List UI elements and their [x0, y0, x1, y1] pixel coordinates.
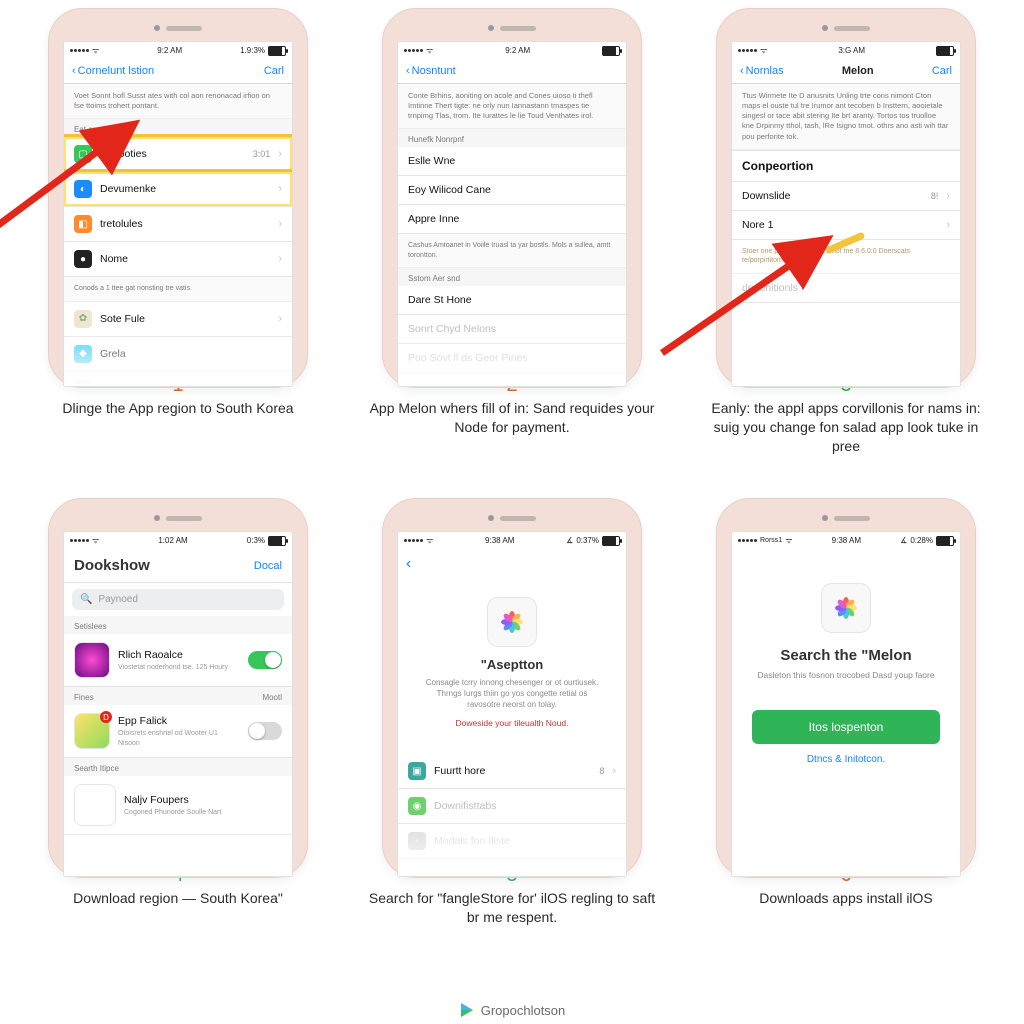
- nav-bar: ‹: [398, 549, 626, 579]
- step-caption: Dlinge the App region to South Korea: [62, 399, 293, 418]
- list-row[interactable]: ✿Sote Fule›: [64, 302, 292, 337]
- step-6: Rorss1 ᯤ 9:38 AM ∡ 0:28% Search the "Mel…: [688, 498, 1004, 978]
- list-row[interactable]: ▢Shoooties3:01›: [64, 137, 292, 172]
- intro-text: Conte Brhins, aoniting on acole and Cone…: [398, 84, 626, 129]
- note-text: Cashus Amtoanet in Voiile Iruasl ta yar …: [398, 234, 626, 268]
- section-header: Setislees: [64, 616, 292, 634]
- app-icon: D: [74, 713, 110, 749]
- phone-frame: ᯤ 9:2 AM 1.9:3% ‹ Cornelunt lstion Carl …: [48, 8, 308, 388]
- list-row[interactable]: ◉Downifisttabs: [398, 789, 626, 824]
- nav-bar: ‹ Nosntunt: [398, 59, 626, 84]
- back-button[interactable]: ‹ Cornelunt lstion: [72, 65, 154, 77]
- card-body: Dasleton this fosnon trocobed Dasd youp …: [757, 670, 934, 682]
- phone-frame: ᯤ 1:02 AM 0:3% Dookshow Docal 🔍 Paynoed …: [48, 498, 308, 878]
- app-icon: [74, 642, 110, 678]
- back-button[interactable]: ‹: [406, 555, 411, 573]
- flower-icon: [487, 597, 537, 647]
- status-bar: ᯤ 9:2 AM: [398, 42, 626, 59]
- screen-4: ᯤ 1:02 AM 0:3% Dookshow Docal 🔍 Paynoed …: [63, 531, 293, 877]
- search-field[interactable]: 🔍 Paynoed: [72, 589, 284, 610]
- section-header: Eat asp telonts: [64, 119, 292, 137]
- nav-action[interactable]: Carl: [264, 65, 284, 77]
- list-row[interactable]: Eoy Wilicod Cane: [398, 176, 626, 205]
- nav-title: Melon: [842, 65, 874, 77]
- list-row[interactable]: Downslide8!›: [732, 182, 960, 211]
- play-icon: [459, 1002, 475, 1018]
- list-row[interactable]: D Epp FalickOtoisrets enshrtel od Wooter…: [64, 705, 292, 758]
- note-text: Conods a 1 ttee gat nonsting tre vatis.: [64, 277, 292, 301]
- nav-bar: ‹ Nornlas Melon Carl: [732, 59, 960, 84]
- list-row[interactable]: ●Nome›: [64, 242, 292, 277]
- list-row[interactable]: Eslle Wne: [398, 147, 626, 176]
- step-caption: Eanly: the appl apps corvillonis for nam…: [701, 399, 991, 456]
- list-row[interactable]: ◦Modals fon Iliste: [398, 824, 626, 859]
- secondary-link[interactable]: Dtncs & Initotcon.: [732, 754, 960, 765]
- list-row[interactable]: Dare St Hone: [398, 286, 626, 315]
- section-header: FinesMootl: [64, 687, 292, 705]
- status-bar: ᯤ 1:02 AM 0:3%: [64, 532, 292, 549]
- phone-frame: ᯤ 3:G AM ‹ Nornlas Melon Carl Ttus Wirme…: [716, 8, 976, 388]
- list-row[interactable]: Sonrt Chyd Nelons: [398, 315, 626, 344]
- screen-5: ᯤ 9:38 AM ∡ 0:37% ‹ "Aseptton Consagle t…: [397, 531, 627, 877]
- section-title: Conpeortion: [742, 159, 950, 173]
- status-bar: ᯤ 9:2 AM 1.9:3%: [64, 42, 292, 59]
- screen-2: ᯤ 9:2 AM ‹ Nosntunt Conte Brhins, aoniti…: [397, 41, 627, 387]
- phone-frame: ᯤ 9:2 AM ‹ Nosntunt Conte Brhins, aoniti…: [382, 8, 642, 388]
- section-header: Searth Itipce: [64, 758, 292, 776]
- step-4: ᯤ 1:02 AM 0:3% Dookshow Docal 🔍 Paynoed …: [20, 498, 336, 978]
- list-row[interactable]: ◐Devumenke›: [64, 172, 292, 207]
- step-1: ᯤ 9:2 AM 1.9:3% ‹ Cornelunt lstion Carl …: [20, 8, 336, 488]
- screen-3: ᯤ 3:G AM ‹ Nornlas Melon Carl Ttus Wirme…: [731, 41, 961, 387]
- list-row[interactable]: ▣Fuurtt hore8›: [398, 754, 626, 789]
- back-button[interactable]: ‹ Nosntunt: [406, 65, 456, 77]
- status-bar: ᯤ 3:G AM: [732, 42, 960, 59]
- list-row[interactable]: deponitionls l: [732, 274, 960, 303]
- info-card: Search the "Melon Dasleton this fosnon t…: [732, 549, 960, 700]
- nav-bar: ‹ Cornelunt lstion Carl: [64, 59, 292, 84]
- list-row[interactable]: Poo Sovt ll ds Geor Pines: [398, 344, 626, 373]
- list-row[interactable]: ▤Poonls Rspon Ponnge: [64, 372, 292, 387]
- phone-frame: Rorss1 ᯤ 9:38 AM ∡ 0:28% Search the "Mel…: [716, 498, 976, 878]
- phone-frame: ᯤ 9:38 AM ∡ 0:37% ‹ "Aseptton Consagle t…: [382, 498, 642, 878]
- intro-text: Voet Sonnt hofl Susst ates with col aon …: [64, 84, 292, 119]
- step-caption: App Melon whers fill of in: Sand requide…: [367, 399, 657, 437]
- list-row[interactable]: Naljv FoupersCogoned Phunorde Soulle Nar…: [64, 776, 292, 835]
- list-row[interactable]: Appre Inne: [398, 205, 626, 234]
- step-2: ᯤ 9:2 AM ‹ Nosntunt Conte Brhins, aoniti…: [354, 8, 670, 488]
- info-card: "Aseptton Consagle tcrry innong chesenge…: [398, 579, 626, 746]
- app-icon: [74, 784, 116, 826]
- card-warning: Doweside your tileualth Noud.: [456, 718, 569, 728]
- note-text: Stoer one premting Eron A Mnot tne 8.6.0…: [732, 240, 960, 274]
- status-bar: Rorss1 ᯤ 9:38 AM ∡ 0:28%: [732, 532, 960, 549]
- step-caption: Downloads apps install ilOS: [759, 889, 933, 908]
- status-bar: ᯤ 9:38 AM ∡ 0:37%: [398, 532, 626, 549]
- section-header: Sstom Aer snd: [398, 268, 626, 286]
- card-body: Consagle tcrry innong chesenger or ot ou…: [420, 678, 604, 710]
- nav-action[interactable]: Carl: [932, 65, 952, 77]
- flower-icon: [821, 583, 871, 633]
- intro-text: Ttus Wirmete Ite D anusnits Unling trte …: [732, 84, 960, 150]
- primary-button[interactable]: Itos lospenton: [752, 710, 940, 744]
- steps-grid: ᯤ 9:2 AM 1.9:3% ‹ Cornelunt lstion Carl …: [0, 0, 1024, 978]
- page-header: Dookshow Docal: [64, 549, 292, 583]
- step-5: ᯤ 9:38 AM ∡ 0:37% ‹ "Aseptton Consagle t…: [354, 498, 670, 978]
- card-title: Search the "Melon: [780, 647, 911, 664]
- header-action[interactable]: Docal: [254, 560, 282, 572]
- back-button[interactable]: ‹ Nornlas: [740, 65, 784, 77]
- screen-1: ᯤ 9:2 AM 1.9:3% ‹ Cornelunt lstion Carl …: [63, 41, 293, 387]
- list-row[interactable]: Rlich RaoalceViostetat noderhond tse. 12…: [64, 634, 292, 687]
- footer-brand: Gropochlotson: [0, 1002, 1024, 1018]
- card-title: "Aseptton: [481, 657, 544, 672]
- section-header: Hunefk Nonrpnf: [398, 129, 626, 147]
- list-row[interactable]: ◆Grela: [64, 337, 292, 372]
- step-3: ᯤ 3:G AM ‹ Nornlas Melon Carl Ttus Wirme…: [688, 8, 1004, 488]
- list-row[interactable]: Nore 1›: [732, 211, 960, 240]
- list-row[interactable]: ◧tretolules›: [64, 207, 292, 242]
- screen-6: Rorss1 ᯤ 9:38 AM ∡ 0:28% Search the "Mel…: [731, 531, 961, 877]
- step-caption: Download region — South Korea": [73, 889, 283, 908]
- toggle-switch[interactable]: [248, 651, 282, 669]
- step-caption: Search for "fangleStore for' ilOS reglin…: [367, 889, 657, 927]
- toggle-switch[interactable]: [248, 722, 282, 740]
